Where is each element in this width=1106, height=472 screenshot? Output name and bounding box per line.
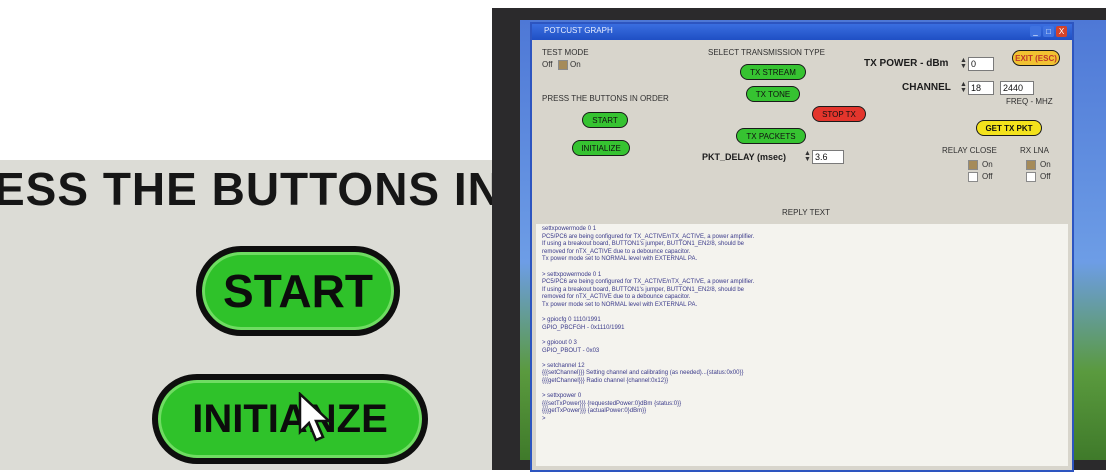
app-window: POTCUST GRAPH _ □ X TEST MODE Off On PRE… [530, 22, 1074, 472]
rx-lna-off-checkbox[interactable] [1026, 172, 1036, 182]
tx-packets-label: TX PACKETS [746, 131, 796, 141]
reply-line [542, 310, 1062, 318]
reply-text-area[interactable]: settxpowermode 0 1 PC5/PC6 are being conf… [536, 224, 1068, 466]
reply-text-label: REPLY TEXT [782, 208, 831, 217]
close-button[interactable]: X [1056, 26, 1067, 37]
pkt-delay-label: PKT_DELAY (msec) [702, 152, 787, 162]
reply-line [542, 385, 1062, 393]
initialize-button-label: INITIALIZE [581, 143, 621, 153]
mouse-cursor-icon [298, 392, 332, 442]
zoomed-instruction-text: ESS THE BUTTONS IN [0, 163, 492, 215]
tx-power-label: TX POWER - dBm [864, 58, 949, 69]
reply-line: {{{getChannel}}} Radio channel {channel:… [542, 377, 669, 384]
relay-close-on-checkbox[interactable] [968, 160, 978, 170]
reply-line: > setchannel 12 [542, 362, 585, 369]
get-tx-pkt-label: GET TX PKT [985, 123, 1033, 133]
reply-line: PC5/PC6 are being configured for TX_ACTI… [542, 233, 755, 240]
reply-line: settxpowermode 0 1 [542, 226, 597, 232]
exit-button-label: EXIT (ESC) [1015, 53, 1057, 63]
reply-line: Tx power mode set to NORMAL level with E… [542, 301, 698, 308]
channel-spinner-icon[interactable]: ▲ ▼ [960, 81, 967, 94]
relay-close-off-checkbox[interactable] [968, 172, 978, 182]
transmission-type-label: SELECT TRANSMISSION TYPE [708, 48, 825, 57]
reply-line: {{{setChannel}}} Setting channel and cal… [542, 370, 744, 377]
rx-lna-label: RX LNA [1020, 146, 1049, 155]
tx-tone-label: TX TONE [755, 89, 791, 99]
zoomed-initialize-label: INITIANZE [192, 396, 388, 441]
reply-line [542, 264, 1062, 272]
reply-line: > [542, 415, 546, 422]
reply-line: Tx power mode set to NORMAL level with E… [542, 256, 698, 263]
window-title: POTCUST GRAPH [544, 26, 613, 35]
reply-line: {{{getTxPower}}} {actualPower:0}dBm}} [542, 408, 647, 415]
reply-line: If using a breakout board, BUTTON1's jum… [542, 241, 745, 248]
channel-label: CHANNEL [902, 82, 951, 93]
pkt-delay-spinner-icon[interactable]: ▲ ▼ [804, 150, 811, 163]
zoomed-initialize-button[interactable]: INITIANZE [152, 374, 428, 464]
pkt-delay-input[interactable]: 3.6 [812, 150, 844, 164]
reply-line: GPIO_PBCFGH - 0x1110/1991 [542, 324, 625, 331]
rx-lna-off-label: Off [1040, 172, 1051, 181]
reply-line: If using a breakout board, BUTTON1's jum… [542, 286, 745, 293]
minimize-button[interactable]: _ [1030, 26, 1041, 37]
press-buttons-instruction: PRESS THE BUTTONS IN ORDER [542, 94, 669, 103]
reply-line: > gpioout 0 3 [542, 339, 577, 346]
reply-line: removed for nTX_ACTIVE due to a debounce… [542, 294, 691, 301]
initialize-button[interactable]: INITIALIZE [572, 140, 630, 156]
exit-button[interactable]: EXIT (ESC) [1012, 50, 1060, 66]
start-button[interactable]: START [582, 112, 628, 128]
relay-close-off-label: Off [982, 172, 993, 181]
relay-close-label: RELAY CLOSE [942, 146, 997, 155]
title-bar[interactable]: POTCUST GRAPH _ □ X [532, 24, 1072, 40]
tx-packets-button[interactable]: TX PACKETS [736, 128, 806, 144]
relay-close-on-label: On [982, 160, 993, 169]
test-mode-on-label: On [570, 60, 581, 69]
reply-line: PC5/PC6 are being configured for TX_ACTI… [542, 279, 755, 286]
rx-lna-on-checkbox[interactable] [1026, 160, 1036, 170]
tx-power-input[interactable]: 0 [968, 57, 994, 71]
reply-line: > settxpower 0 [542, 393, 582, 400]
start-button-label: START [592, 115, 618, 125]
tx-tone-button[interactable]: TX TONE [746, 86, 800, 102]
reply-line: > gpiocfg 0 1110/1991 [542, 317, 601, 324]
channel-input[interactable]: 18 [968, 81, 994, 95]
test-mode-off-label: Off [542, 60, 553, 69]
tx-stream-label: TX STREAM [750, 67, 796, 77]
reply-line: GPIO_PBOUT - 0x03 [542, 347, 600, 354]
maximize-button[interactable]: □ [1043, 26, 1054, 37]
zoomed-start-label: START [223, 265, 373, 317]
frequency-display: 2440 [1000, 81, 1034, 95]
stop-tx-label: STOP TX [822, 109, 856, 119]
tx-power-spinner-icon[interactable]: ▲ ▼ [960, 57, 967, 70]
zoomed-start-button[interactable]: START [196, 246, 400, 336]
test-mode-label: TEST MODE [542, 48, 589, 57]
reply-line: removed for nTX_ACTIVE due to a debounce… [542, 248, 691, 255]
zoomed-photo-panel: ESS THE BUTTONS IN START INITIANZE [0, 160, 492, 470]
rx-lna-on-label: On [1040, 160, 1051, 169]
reply-line: > settxpowermode 0 1 [542, 271, 602, 278]
reply-line: {{{setTxPower}}} {requestedPower:0}dBm {… [542, 400, 682, 407]
tx-stream-button[interactable]: TX STREAM [740, 64, 806, 80]
reply-line [542, 355, 1062, 363]
reply-line [542, 332, 1062, 340]
stop-tx-button[interactable]: STOP TX [812, 106, 866, 122]
get-tx-pkt-button[interactable]: GET TX PKT [976, 120, 1042, 136]
test-mode-toggle[interactable] [558, 60, 568, 70]
frequency-unit-label: FREQ - MHZ [1006, 97, 1053, 106]
